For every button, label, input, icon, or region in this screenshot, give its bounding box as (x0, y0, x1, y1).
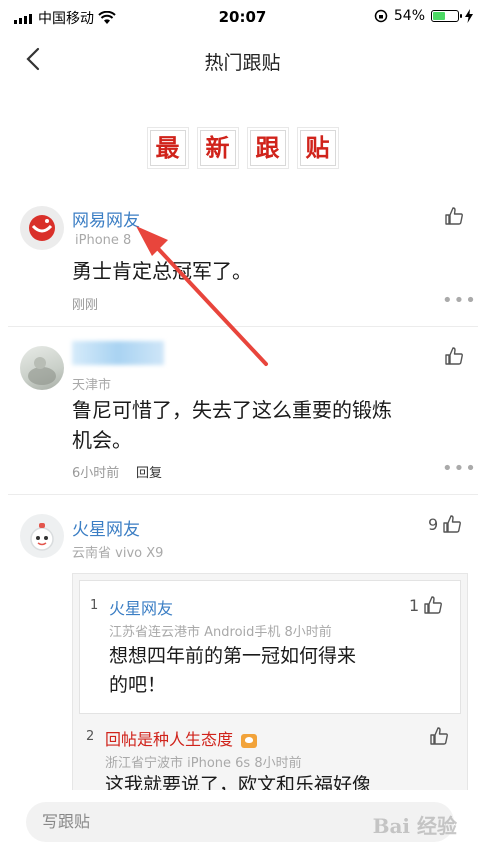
orientation-lock-icon (374, 9, 388, 23)
battery-fill (433, 12, 445, 20)
more-options-icon[interactable]: ••• (442, 290, 477, 311)
like-button[interactable] (444, 346, 464, 366)
like-button[interactable] (444, 206, 464, 226)
banner-char: 贴 (299, 130, 336, 166)
arrow-head (136, 226, 168, 256)
like-button[interactable]: 1 (409, 595, 443, 615)
blurred-username[interactable] (72, 341, 164, 365)
avatar[interactable] (20, 346, 64, 390)
netease-logo-icon (29, 215, 55, 241)
comment-username[interactable]: 火星网友 (72, 515, 140, 540)
bottom-bar: 写跟贴 Bai 经验 (0, 790, 485, 856)
reply-index: 1 (90, 598, 99, 613)
comment-time: 刚刚 (72, 298, 99, 313)
nav-bar: 热门跟贴 (0, 36, 485, 84)
reply-meta: 浙江省宁波市 iPhone 6s 8小时前 (105, 756, 302, 771)
reply-username-text: 回帖是种人生态度 (105, 730, 234, 749)
like-button[interactable]: 9 (428, 514, 462, 534)
reply-meta: 江苏省连云港市 Android手机 8小时前 (109, 625, 332, 640)
more-options-icon[interactable]: ••• (442, 458, 477, 479)
battery-percent: 54% (393, 8, 425, 24)
like-count: 1 (409, 595, 420, 615)
charging-icon (465, 9, 473, 23)
divider (8, 494, 478, 495)
user-photo-icon (28, 357, 56, 385)
like-count: 9 (428, 514, 439, 534)
avatar[interactable] (20, 514, 64, 558)
reply-button[interactable]: 回复 (136, 462, 162, 481)
banner-char: 最 (149, 130, 186, 166)
like-button[interactable] (429, 726, 449, 746)
level-badge-icon (241, 733, 258, 748)
comment-time: 6小时前 (72, 466, 120, 481)
banner-char: 跟 (249, 130, 286, 166)
reply-text-line: 想想四年前的第一冠如何得来 (109, 645, 357, 667)
robot-avatar-icon (30, 523, 54, 551)
comment-text-line: 机会。 (72, 428, 132, 452)
status-bar: 中国移动 20:07 54% (0, 0, 485, 36)
banner-char: 新 (199, 130, 236, 166)
page-title: 热门跟贴 (204, 52, 281, 74)
comment-meta: 云南省 vivo X9 (72, 546, 164, 561)
reply-index: 2 (86, 729, 95, 744)
divider (8, 326, 478, 327)
reply-username[interactable]: 火星网友 (109, 595, 173, 619)
thumbs-up-icon (445, 347, 463, 365)
comment-username[interactable]: 网易网友 (72, 206, 140, 231)
latest-comments-banner: 最 新 跟 贴 (0, 130, 485, 166)
thumbs-up-icon (445, 207, 463, 225)
comment-text: 勇士肯定总冠军了。 (72, 259, 252, 283)
nested-replies: 1 火星网友 1 江苏省连云港市 Android手机 8小时前 想想四年前的第一… (72, 573, 468, 813)
reply-username[interactable]: 回帖是种人生态度 (105, 726, 258, 750)
thumbs-up-icon (443, 515, 462, 533)
comment-text-line: 鲁尼可惜了，失去了这么重要的锻炼 (72, 398, 392, 422)
reply-text-line: 的吧！ (109, 674, 167, 696)
avatar[interactable] (20, 206, 64, 250)
thumbs-up-icon (424, 596, 443, 614)
thumbs-up-icon (430, 727, 448, 745)
comment-meta: 天津市 (72, 378, 112, 393)
battery-icon (431, 10, 462, 22)
comment-meta: iPhone 8 (75, 233, 132, 248)
status-right: 54% (374, 8, 473, 24)
watermark: Bai 经验 (372, 814, 457, 838)
